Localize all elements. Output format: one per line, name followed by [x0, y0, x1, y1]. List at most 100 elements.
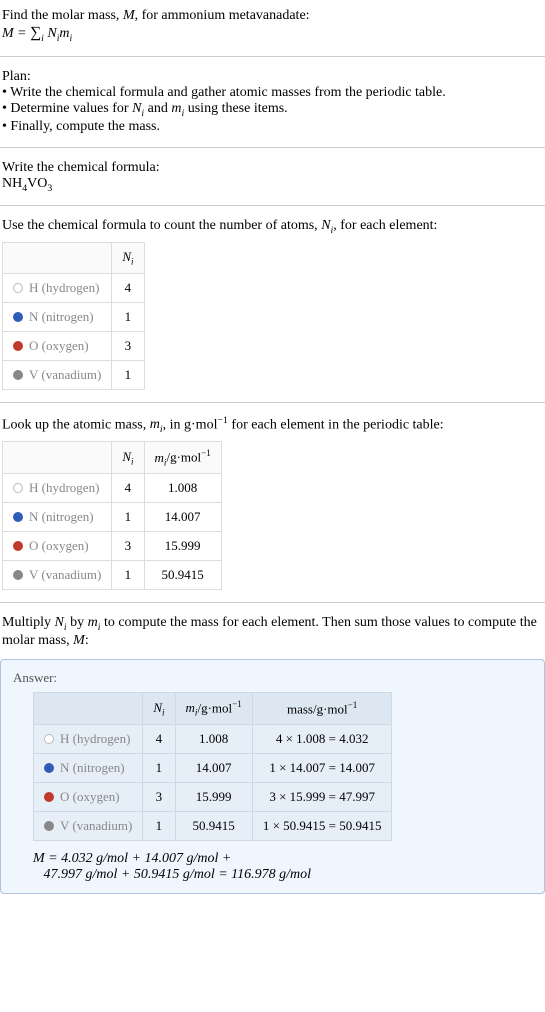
element-dot-icon [44, 734, 54, 744]
plan-bullet-1: • Write the chemical formula and gather … [2, 85, 543, 101]
hdr-mi-unit: /g·mol [166, 450, 201, 465]
table-header-row: Ni mi/g·mol−1 [3, 442, 222, 474]
table-row: N (nitrogen)114.0071 × 14.007 = 14.007 [34, 753, 392, 782]
multiply-section: Multiply Ni by mi to compute the mass fo… [0, 611, 545, 653]
hdr-mass-exp: −1 [348, 700, 358, 710]
mi-cell: 50.9415 [144, 561, 221, 590]
table-row: H (hydrogen)41.0084 × 1.008 = 4.032 [34, 724, 392, 753]
mass-cell: 1 × 50.9415 = 50.9415 [252, 811, 392, 840]
ni-cell: 4 [112, 273, 144, 302]
plan-section: Plan: • Write the chemical formula and g… [0, 65, 545, 139]
chem-heading: Write the chemical formula: [2, 160, 543, 176]
element-cell: V (vanadium) [34, 811, 143, 840]
mult-ni: Ni [55, 615, 67, 630]
element-dot-icon [44, 821, 54, 831]
element-dot-icon [44, 792, 54, 802]
hdr-ni-sub: i [162, 707, 165, 717]
ni-cell: 1 [112, 503, 144, 532]
chem-nh: NH [2, 176, 22, 191]
element-dot-icon [13, 283, 23, 293]
table-row: O (oxygen)315.9993 × 15.999 = 47.997 [34, 782, 392, 811]
ni-cell: 1 [112, 360, 144, 389]
final-M: M [33, 851, 45, 866]
hdr-mass-text: mass/g·mol [287, 701, 348, 716]
element-label: V (vanadium) [60, 818, 132, 834]
mi-cell: 14.007 [144, 503, 221, 532]
mi-cell: 1.008 [144, 474, 221, 503]
sum-symbol: ∑ [30, 24, 41, 41]
mult-M: M [73, 633, 85, 648]
answer-label: Answer: [13, 670, 532, 686]
table-row: N (nitrogen)1 [3, 302, 145, 331]
ni-cell: 1 [143, 811, 175, 840]
plan-mi-m: m [171, 101, 181, 116]
ni-cell: 1 [112, 561, 144, 590]
element-dot-icon [13, 312, 23, 322]
hdr-element [3, 442, 112, 474]
element-cell: O (oxygen) [3, 532, 112, 561]
hdr-ni-n: N [122, 249, 131, 264]
hdr-mi: mi/g·mol−1 [144, 442, 221, 474]
count-ni-n: N [321, 218, 330, 233]
plan-b2-pre: • Determine values for [2, 101, 132, 116]
ni-cell: 3 [112, 331, 144, 360]
element-label: N (nitrogen) [29, 509, 94, 525]
element-dot-icon [13, 483, 23, 493]
mass-pre: Look up the atomic mass, [2, 417, 150, 432]
hdr-element [34, 692, 143, 724]
mult-pre: Multiply [2, 615, 55, 630]
element-label: H (hydrogen) [60, 731, 130, 747]
eq-Ni: N [47, 26, 56, 41]
count-ni: Ni [321, 218, 333, 233]
element-cell: O (oxygen) [3, 331, 112, 360]
element-cell: N (nitrogen) [34, 753, 143, 782]
plan-bullet-3: • Finally, compute the mass. [2, 119, 543, 135]
intro-post: , for ammonium metavanadate: [135, 8, 310, 23]
mass-table: Ni mi/g·mol−1 H (hydrogen)41.008 N (nitr… [2, 441, 222, 590]
element-label: O (oxygen) [29, 538, 89, 554]
hdr-mi: mi/g·mol−1 [175, 692, 252, 724]
plan-and: and [144, 101, 171, 116]
mass-cell: 1 × 14.007 = 14.007 [252, 753, 392, 782]
final-equation: M = 4.032 g/mol + 14.007 g/mol + 47.997 … [13, 851, 532, 883]
final-eq-line1: = 4.032 g/mol + 14.007 g/mol + [45, 851, 232, 866]
table-row: N (nitrogen) 114.007 [3, 503, 222, 532]
ni-cell: 4 [143, 724, 175, 753]
hdr-element [3, 243, 112, 274]
hdr-mi-m: m [155, 450, 164, 465]
count-table: Ni H (hydrogen) 4 N (nitrogen)1 O (oxygen… [2, 242, 145, 390]
element-cell: H (hydrogen) [34, 724, 143, 753]
hdr-ni: Ni [112, 243, 144, 274]
plan-ni: Ni [132, 101, 144, 116]
element-cell: O (oxygen) [34, 782, 143, 811]
element-dot-icon [13, 541, 23, 551]
element-cell: N (nitrogen) [3, 503, 112, 532]
mi-cell: 15.999 [144, 532, 221, 561]
element-label: N (nitrogen) [60, 760, 125, 776]
mass-cell: 4 × 1.008 = 4.032 [252, 724, 392, 753]
element-dot-icon [13, 512, 23, 522]
element-cell: N (nitrogen) [3, 302, 112, 331]
element-label: H (hydrogen) [29, 280, 99, 296]
element-label: V (vanadium) [29, 567, 101, 583]
hdr-ni-sub: i [131, 456, 134, 466]
element-cell: H (hydrogen) [3, 474, 112, 503]
table-row: O (oxygen)315.999 [3, 532, 222, 561]
mass-text: Look up the atomic mass, mi, in g·mol−1 … [2, 415, 543, 435]
hdr-ni: Ni [112, 442, 144, 474]
hdr-mi-m: m [186, 700, 195, 715]
element-dot-icon [13, 341, 23, 351]
hdr-mass: mass/g·mol−1 [252, 692, 392, 724]
table-row: V (vanadium) 1 [3, 360, 145, 389]
hdr-ni-n: N [122, 449, 131, 464]
table-header-row: Ni [3, 243, 145, 274]
mi-cell: 15.999 [175, 782, 252, 811]
table-row: V (vanadium) 150.9415 [3, 561, 222, 590]
eq-equals: = [14, 26, 30, 41]
element-cell: V (vanadium) [3, 561, 112, 590]
count-pre: Use the chemical formula to count the nu… [2, 218, 321, 233]
element-label: V (vanadium) [29, 367, 101, 383]
ni-cell: 1 [112, 302, 144, 331]
chem-sub3: 3 [47, 182, 52, 193]
intro-equation: M = ∑i Nimi [2, 24, 543, 44]
